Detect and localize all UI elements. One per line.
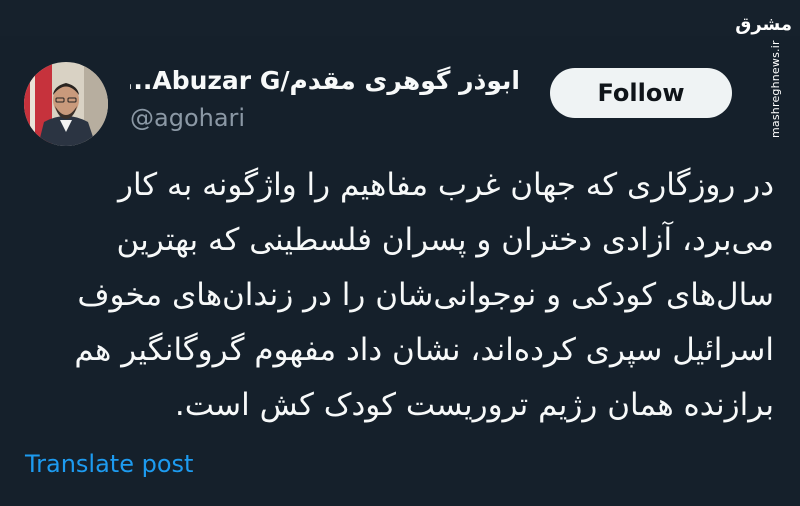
translate-post-link[interactable]: Translate post	[25, 450, 193, 478]
tweet-text-line: در روزگاری که جهان غرب مفاهیم را واژگونه…	[118, 167, 774, 203]
display-name[interactable]: ابوذر گوهری مقدم/Abuzar G...	[130, 66, 520, 95]
tweet-text-line: می‌برد، آزادی دختران و پسران فلسطینی که …	[116, 222, 774, 258]
user-handle[interactable]: @agohari	[130, 104, 245, 132]
tweet-text-line: اسرائیل سپری کرده‌اند، نشان داد مفهوم گر…	[74, 332, 774, 368]
watermark: مشرق mashreghnews.ir	[735, 8, 798, 148]
watermark-logo: مشرق	[735, 14, 792, 35]
profile-photo	[24, 62, 108, 146]
tweet-text-line: برازنده همان رژیم تروریست کودک کش است.	[174, 387, 774, 423]
tweet-text: در روزگاری که جهان غرب مفاهیم را واژگونه…	[30, 158, 774, 433]
header-bar	[0, 0, 800, 36]
follow-button[interactable]: Follow	[550, 68, 732, 118]
avatar[interactable]	[24, 62, 108, 146]
watermark-site: mashreghnews.ir	[769, 40, 782, 138]
tweet-text-line: سال‌های کودکی و نوجوانی‌شان را در زندان‌…	[77, 277, 774, 313]
